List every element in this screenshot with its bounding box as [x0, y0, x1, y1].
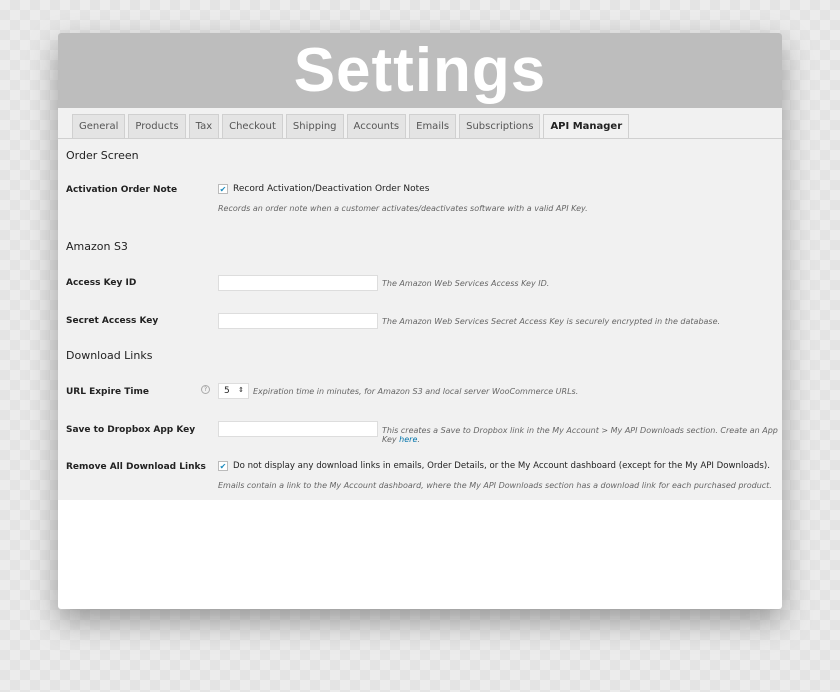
tab-accounts[interactable]: Accounts	[346, 114, 407, 138]
dropbox-app-key-desc: This creates a Save to Dropbox link in t…	[382, 426, 782, 444]
activation-order-note-label: Activation Order Note	[66, 185, 178, 195]
tab-tax[interactable]: Tax	[188, 114, 220, 138]
help-icon[interactable]: ?	[201, 385, 210, 394]
section-heading-order-screen: Order Screen	[66, 149, 139, 162]
tab-general[interactable]: General	[72, 114, 126, 138]
remove-download-links-desc: Emails contain a link to the My Account …	[218, 481, 772, 490]
secret-access-key-desc: The Amazon Web Services Secret Access Ke…	[382, 317, 721, 326]
access-key-id-label: Access Key ID	[66, 278, 137, 288]
settings-body: General Products Tax Checkout Shipping A…	[58, 108, 782, 500]
tab-api-manager[interactable]: API Manager	[543, 114, 630, 139]
activation-order-note-desc: Records an order note when a customer ac…	[218, 204, 588, 213]
secret-access-key-label: Secret Access Key	[66, 316, 159, 326]
tab-subscriptions[interactable]: Subscriptions	[459, 114, 541, 138]
tab-checkout[interactable]: Checkout	[222, 114, 283, 138]
tab-divider	[58, 138, 782, 139]
activation-order-note-checkbox[interactable]: ✔	[218, 184, 228, 194]
create-app-key-link[interactable]: here	[399, 435, 417, 444]
url-expire-time-value: 5	[224, 386, 230, 396]
page-title: Settings	[58, 33, 782, 108]
dropbox-app-key-input[interactable]	[218, 421, 378, 437]
dropbox-app-key-label: Save to Dropbox App Key	[66, 425, 196, 435]
url-expire-time-stepper[interactable]: 5 ⇕	[218, 383, 249, 399]
url-expire-time-label: URL Expire Time	[66, 387, 149, 397]
dropbox-desc-text: This creates a Save to Dropbox link in t…	[382, 426, 778, 444]
remove-download-links-label: Remove All Download Links	[66, 462, 206, 472]
dropbox-desc-end: .	[417, 435, 420, 444]
tab-products[interactable]: Products	[128, 114, 186, 138]
url-expire-time-desc: Expiration time in minutes, for Amazon S…	[253, 387, 579, 396]
settings-window: Settings General Products Tax Checkout S…	[58, 33, 782, 609]
tab-shipping[interactable]: Shipping	[285, 114, 344, 138]
remove-download-links-checkbox[interactable]: ✔	[218, 461, 228, 471]
section-heading-amazon-s3: Amazon S3	[66, 240, 128, 253]
activation-order-note-checkbox-label: Record Activation/Deactivation Order Not…	[233, 184, 430, 194]
section-heading-download-links: Download Links	[66, 349, 153, 362]
access-key-id-desc: The Amazon Web Services Access Key ID.	[382, 279, 550, 288]
access-key-id-input[interactable]	[218, 275, 378, 291]
tab-bar: General Products Tax Checkout Shipping A…	[72, 114, 630, 139]
stepper-arrows-icon[interactable]: ⇕	[238, 386, 244, 394]
remove-download-links-checkbox-label: Do not display any download links in ema…	[233, 461, 770, 471]
tab-emails[interactable]: Emails	[409, 114, 457, 138]
secret-access-key-input[interactable]	[218, 313, 378, 329]
